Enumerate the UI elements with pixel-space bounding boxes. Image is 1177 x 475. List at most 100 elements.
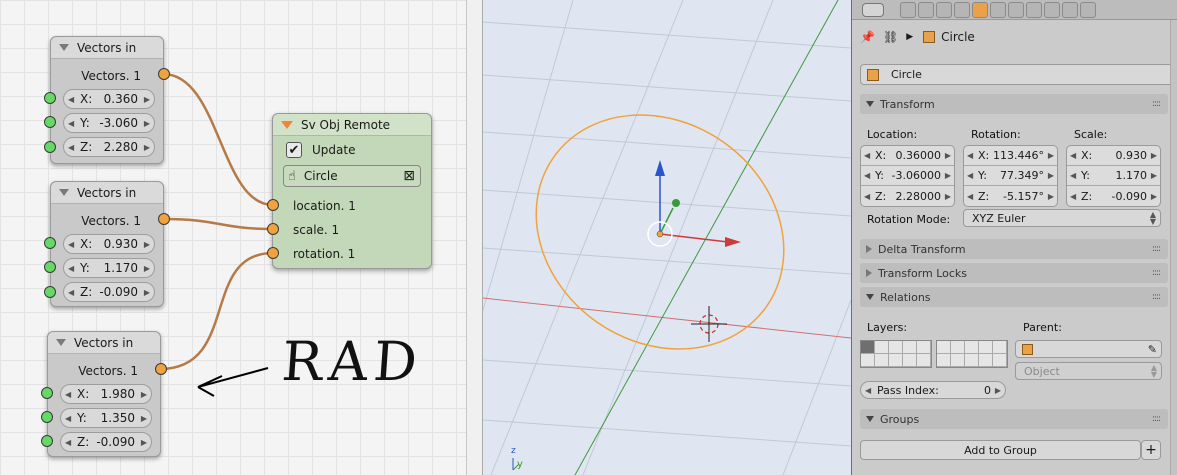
drag-grip-icon[interactable]: :::: <box>1152 268 1161 278</box>
link-rotation <box>159 251 274 371</box>
add-to-group-button[interactable]: Add to Group <box>860 440 1141 460</box>
pass-index-field[interactable]: ◀ Pass Index: 0 ▶ <box>860 381 1006 399</box>
input-socket[interactable] <box>41 435 53 447</box>
node-header[interactable]: Vectors in <box>51 182 163 204</box>
delta-transform-panel-header[interactable]: Delta Transform:::: <box>860 239 1168 259</box>
vectors-in-node-1[interactable]: Vectors in Vectors. 1 ◀ X: 0.360 ▶ ◀ Y: -3.06… <box>50 36 164 164</box>
input-socket[interactable] <box>44 141 56 153</box>
input-socket[interactable] <box>41 411 53 423</box>
input-socket[interactable] <box>44 261 56 273</box>
vectors-in-node-3[interactable]: Vectors in Vectors. 1 ◀ X: 1.980 ▶ ◀ Y: 1.350… <box>47 331 161 457</box>
object-origin <box>656 230 664 238</box>
vector-y-field[interactable]: ◀ Y: -3.060 ▶ <box>63 113 155 133</box>
update-label: Update <box>312 143 356 157</box>
rotation-y-field[interactable]: ◀ Y: 77.349° ▶ <box>964 166 1057 186</box>
rotation-x-field[interactable]: ◀ X: 113.446° ▶ <box>964 146 1057 166</box>
output-socket[interactable] <box>155 363 167 375</box>
parent-type-dropdown[interactable]: Object ▲ ▼ <box>1015 362 1162 380</box>
properties-scrollbar[interactable] <box>1170 20 1177 475</box>
data-tab-icon[interactable] <box>1026 1 1042 18</box>
material-tab-icon[interactable] <box>1044 1 1060 18</box>
world-tab-icon[interactable] <box>954 1 970 18</box>
vector-z-field[interactable]: ◀ Z: -0.090 ▶ <box>60 432 152 452</box>
drag-grip-icon[interactable]: :::: <box>1152 292 1161 302</box>
scale-y-field[interactable]: ◀ Y: 1.170 ▶ <box>1067 166 1160 186</box>
node-header[interactable]: Sv Obj Remote <box>273 114 431 136</box>
scale-x-field[interactable]: ◀ X: 0.930 ▶ <box>1067 146 1160 166</box>
groups-panel-header[interactable]: Groups:::: <box>860 409 1168 429</box>
vector-y-field[interactable]: ◀ Y: 1.170 ▶ <box>63 258 155 278</box>
update-checkbox[interactable]: ✔ <box>286 142 302 158</box>
relations-panel-header[interactable]: Relations:::: <box>860 287 1168 307</box>
rotation-mode-dropdown[interactable]: XYZ Euler ▲ ▼ <box>963 209 1161 227</box>
drag-grip-icon[interactable]: :::: <box>1152 414 1161 424</box>
node-editor[interactable]: Vectors in Vectors. 1 ◀ X: 0.360 ▶ ◀ Y: -3.06… <box>0 0 466 475</box>
scale-z-field[interactable]: ◀ Z: -0.090 ▶ <box>1067 186 1160 206</box>
drag-grip-icon[interactable]: :::: <box>1152 244 1161 254</box>
vector-x-field[interactable]: ◀ X: 1.980 ▶ <box>60 384 152 404</box>
eyedropper-icon[interactable]: ✎ <box>1148 343 1157 356</box>
layers-grid-right[interactable] <box>936 340 1008 368</box>
mini-axis-y-label: y <box>517 459 523 470</box>
location-z-field[interactable]: ◀ Z: 2.28000 ▶ <box>861 186 954 206</box>
layers-label: Layers: <box>867 321 908 334</box>
input-socket[interactable] <box>41 387 53 399</box>
collapse-icon[interactable] <box>59 189 69 196</box>
parent-field[interactable]: ✎ <box>1015 340 1162 358</box>
object-tab-icon[interactable] <box>972 1 988 18</box>
add-group-plus-button[interactable]: + <box>1141 440 1161 460</box>
rotation-z-field[interactable]: ◀ Z: -5.157° ▶ <box>964 186 1057 206</box>
scale-fields[interactable]: ◀ X: 0.930 ▶ ◀ Y: 1.170 ▶ ◀ Z: -0.090 ▶ <box>1066 145 1161 207</box>
constraints-tab-icon[interactable] <box>990 1 1006 18</box>
object-name-field[interactable]: Circle <box>860 64 1176 85</box>
update-checkbox-row[interactable]: ✔ Update <box>286 142 355 158</box>
clear-icon[interactable]: ⊠ <box>403 168 415 184</box>
texture-tab-icon[interactable] <box>1062 1 1078 18</box>
input-label-rotation: rotation. 1 <box>293 247 356 261</box>
collapse-icon[interactable] <box>56 339 66 346</box>
physics-tab-icon[interactable] <box>1080 1 1096 18</box>
input-socket[interactable] <box>44 237 56 249</box>
drag-grip-icon[interactable]: :::: <box>1152 99 1161 109</box>
render-layers-tab-icon[interactable] <box>918 1 934 18</box>
vector-x-field[interactable]: ◀ X: 0.930 ▶ <box>63 234 155 254</box>
editor-type-icon[interactable] <box>862 2 884 17</box>
node-header[interactable]: Vectors in <box>48 332 160 354</box>
modifiers-tab-icon[interactable] <box>1008 1 1024 18</box>
output-socket[interactable] <box>158 68 170 80</box>
collapse-icon[interactable] <box>281 120 293 129</box>
node-header[interactable]: Vectors in <box>51 37 163 59</box>
sv-obj-remote-node[interactable]: Sv Obj Remote ✔ Update ☝ Circle ⊠ locati… <box>272 113 432 269</box>
3d-viewport[interactable]: z y <box>483 0 851 475</box>
location-socket[interactable] <box>267 199 279 211</box>
scene-tab-icon[interactable] <box>936 1 952 18</box>
transform-locks-panel-header[interactable]: Transform Locks:::: <box>860 263 1168 283</box>
input-socket[interactable] <box>44 116 56 128</box>
node-title: Sv Obj Remote <box>301 117 391 132</box>
collapse-icon[interactable] <box>59 44 69 51</box>
rotation-socket[interactable] <box>267 247 279 259</box>
vector-z-field[interactable]: ◀ Z: 2.280 ▶ <box>63 137 155 157</box>
location-x-field[interactable]: ◀ X: 0.36000 ▶ <box>861 146 954 166</box>
object-name: Circle <box>303 169 338 183</box>
output-socket[interactable] <box>158 213 170 225</box>
properties-tabs <box>852 0 1177 20</box>
properties-editor[interactable]: 📌 ⛓ ▶ Circle Circle Transform:::: Locati… <box>851 0 1177 475</box>
location-y-field[interactable]: ◀ Y: -3.06000 ▶ <box>861 166 954 186</box>
transform-panel-header[interactable]: Transform:::: <box>860 94 1168 114</box>
render-tab-icon[interactable] <box>900 1 916 18</box>
vectors-in-node-2[interactable]: Vectors in Vectors. 1 ◀ X: 0.930 ▶ ◀ Y: 1.170… <box>50 181 164 307</box>
input-socket[interactable] <box>44 286 56 298</box>
scale-socket[interactable] <box>267 223 279 235</box>
input-socket[interactable] <box>44 92 56 104</box>
vector-z-field[interactable]: ◀ Z: -0.090 ▶ <box>63 282 155 302</box>
layers-grid-left[interactable] <box>860 340 932 368</box>
vector-x-field[interactable]: ◀ X: 0.360 ▶ <box>63 89 155 109</box>
editor-split-handle[interactable] <box>466 0 483 475</box>
location-fields[interactable]: ◀ X: 0.36000 ▶ ◀ Y: -3.06000 ▶ ◀ Z: 2.28000 ▶ <box>860 145 955 207</box>
object-field[interactable]: ☝ Circle ⊠ <box>283 165 421 187</box>
rotation-fields[interactable]: ◀ X: 113.446° ▶ ◀ Y: 77.349° ▶ ◀ Z: -5.157° ▶ <box>963 145 1058 207</box>
breadcrumb: 📌 ⛓ ▶ Circle <box>860 30 975 44</box>
vector-y-field[interactable]: ◀ Y: 1.350 ▶ <box>60 408 152 428</box>
pin-icon[interactable]: 📌 <box>860 30 875 44</box>
